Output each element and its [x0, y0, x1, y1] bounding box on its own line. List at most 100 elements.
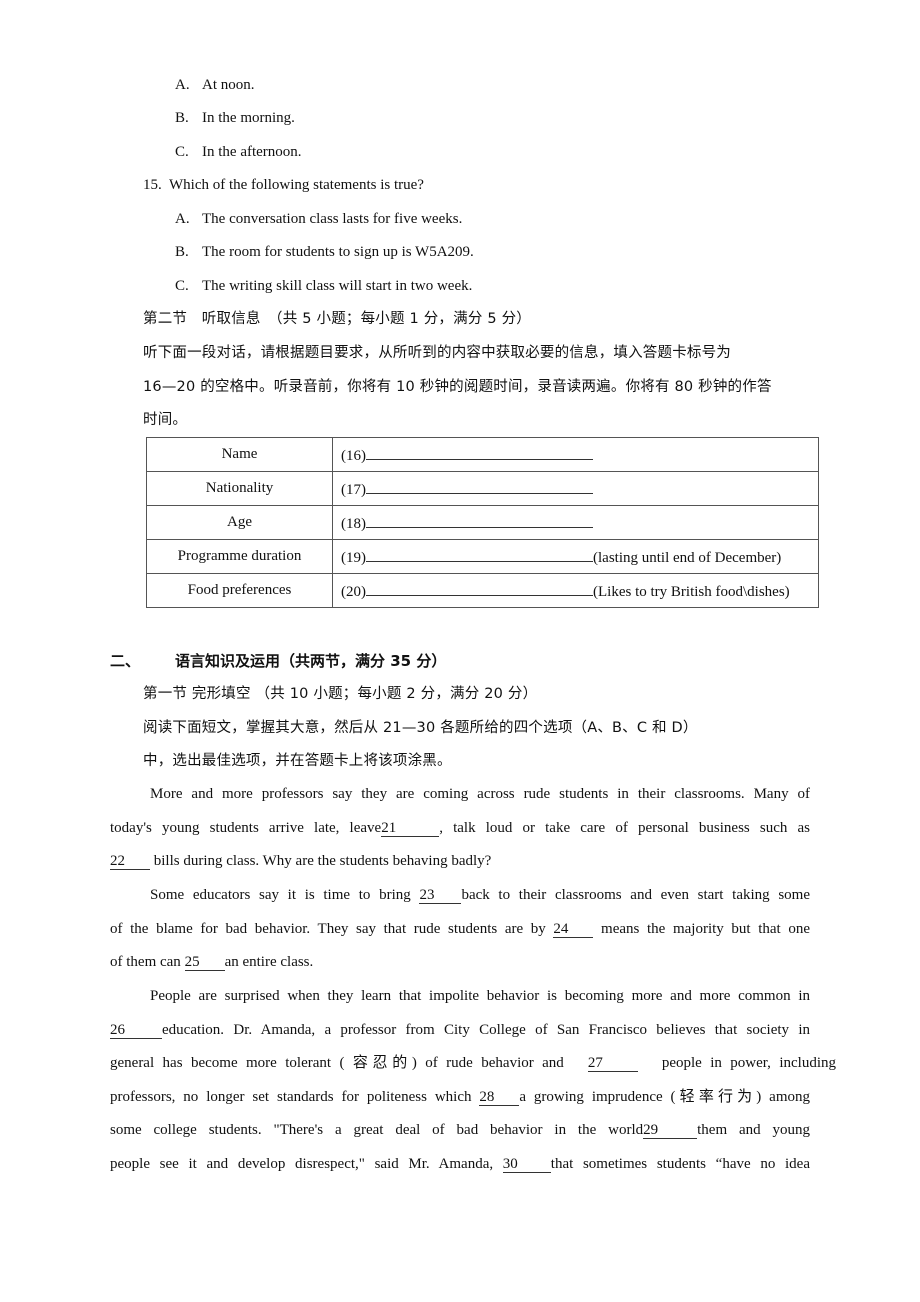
- option-text: In the morning.: [202, 110, 295, 126]
- passage-text: , talk loud or take care of personal bus…: [439, 819, 810, 836]
- q15-option-c: C. The writing skill class will start in …: [175, 276, 472, 296]
- passage-text: a growing imprudence (轻率行为) among: [519, 1088, 810, 1105]
- table-row: Nationality (17): [146, 471, 819, 506]
- option-text: The conversation class lasts for five we…: [202, 211, 463, 227]
- instructions-line: 时间。: [143, 412, 188, 428]
- passage-text: of them can: [110, 954, 185, 971]
- option-text: The writing skill class will start in tw…: [202, 278, 473, 294]
- passage-line: 22 bills during class. Why are the stude…: [110, 845, 810, 879]
- passage-text: bills during class. Why are the students…: [150, 853, 492, 870]
- blank-line: [366, 445, 593, 460]
- q14-option-b: B. In the morning.: [175, 108, 295, 128]
- passage-text: today's young students arrive late, leav…: [110, 819, 382, 836]
- passage-line: some college students. "There's a great …: [110, 1114, 810, 1148]
- blank-23[interactable]: 23: [419, 887, 462, 904]
- passage-line: More and more professors say they are co…: [150, 786, 810, 802]
- table-row: Age (18): [146, 505, 819, 540]
- passage-text: general has become more tolerant ( 容忍的) …: [110, 1055, 564, 1072]
- row-label: Food preferences: [146, 573, 333, 608]
- blank-29[interactable]: 29: [643, 1122, 698, 1140]
- passage-text: means the majority but that one: [593, 920, 811, 937]
- passage-line: of the blame for bad behavior. They say …: [110, 913, 810, 947]
- blank-line: [366, 581, 593, 596]
- blank-27[interactable]: 27: [587, 1055, 638, 1073]
- row-label: Programme duration: [146, 539, 333, 574]
- passage-text: Some educators say it is time to bring: [150, 887, 420, 903]
- blank-number: (18): [341, 515, 366, 532]
- blank-number: (17): [341, 481, 366, 498]
- passage-text: that sometimes students “have no idea: [550, 1155, 810, 1172]
- passage-line: Some educators say it is time to bring 2…: [110, 879, 810, 913]
- passage-text: some college students. "There's a great …: [110, 1122, 644, 1139]
- answer-field[interactable]: (20) (Likes to try British food\dishes): [332, 573, 819, 608]
- option-text: At noon.: [202, 77, 255, 93]
- part-number: 二、: [110, 652, 141, 670]
- passage-line: of them can 25 an entire class.: [110, 946, 810, 980]
- row-note: (lasting until end of December): [593, 549, 782, 566]
- passage-text: people in power, including: [661, 1055, 836, 1072]
- q15-option-b: B. The room for students to sign up is W5…: [175, 242, 474, 262]
- passage-paragraph-1: More and more professors say they are co…: [110, 778, 810, 879]
- option-letter: C.: [175, 278, 189, 294]
- passage-line: general has become more tolerant ( 容忍的) …: [110, 1047, 836, 1081]
- row-label: Name: [146, 437, 333, 472]
- answer-field[interactable]: (19) (lasting until end of December): [332, 539, 819, 574]
- table-row: Programme duration (19) (lasting until en…: [146, 539, 819, 574]
- passage-line: people see it and develop disrespect," s…: [110, 1148, 810, 1182]
- blank-number: (20): [341, 583, 366, 600]
- blank-30[interactable]: 30: [502, 1156, 551, 1173]
- blank-line: [366, 513, 593, 528]
- table-row: Name (16): [146, 437, 819, 472]
- table-row: Food preferences (20) (Likes to try Briti…: [146, 573, 819, 608]
- blank-25[interactable]: 25: [184, 954, 225, 972]
- q15-stem: 15. Which of the following statements is …: [143, 175, 424, 195]
- row-label: Age: [146, 505, 333, 540]
- passage-text: of the blame for bad behavior. They say …: [110, 920, 554, 937]
- subsection-title: 第一节 完形填空 （共 10 小题；每小题 2 分，满分 20 分）: [143, 686, 538, 702]
- info-table: Name (16) Nationality (17) Age (18) Prog…: [146, 437, 819, 608]
- instructions-line: 中，选出最佳选项，并在答题卡上将该项涂黑。: [143, 753, 452, 769]
- part-title: 语言知识及运用（共两节，满分 35 分）: [175, 652, 447, 670]
- option-letter: A.: [175, 211, 190, 227]
- blank-28[interactable]: 28: [479, 1089, 520, 1106]
- blank-line: [366, 479, 593, 494]
- blank-24[interactable]: 24: [553, 921, 594, 938]
- blank-26[interactable]: 26: [110, 1022, 162, 1039]
- q14-option-c: C. In the afternoon.: [175, 142, 302, 162]
- passage-line: professors, no longer set standards for …: [110, 1081, 810, 1115]
- answer-field[interactable]: (16): [332, 437, 819, 472]
- passage-paragraph-3: People are surprised when they learn tha…: [110, 980, 836, 1182]
- option-text: In the afternoon.: [202, 144, 302, 160]
- answer-field[interactable]: (18): [332, 505, 819, 540]
- answer-field[interactable]: (17): [332, 471, 819, 506]
- blank-line: [366, 547, 593, 562]
- passage-paragraph-2: Some educators say it is time to bring 2…: [110, 879, 810, 980]
- passage-line: People are surprised when they learn tha…: [150, 988, 810, 1004]
- passage-line: 26 education. Dr. Amanda, a professor fro…: [110, 1014, 810, 1048]
- q14-option-a: A. At noon.: [175, 75, 255, 95]
- blank-21[interactable]: 21: [381, 820, 440, 837]
- passage-text: education. Dr. Amanda, a professor from …: [162, 1021, 810, 1038]
- option-letter: A.: [175, 77, 190, 93]
- passage-text: an entire class.: [224, 954, 314, 971]
- row-label: Nationality: [146, 471, 333, 506]
- question-text: Which of the following statements is tru…: [169, 177, 424, 193]
- option-letter: B.: [175, 110, 189, 126]
- passage-text: people see it and develop disrespect," s…: [110, 1155, 503, 1172]
- blank-22[interactable]: 22: [110, 853, 150, 871]
- instructions-line: 阅读下面短文，掌握其大意，然后从 21—30 各题所给的四个选项（A、B、C 和…: [143, 720, 698, 736]
- option-letter: B.: [175, 244, 189, 260]
- q15-option-a: A. The conversation class lasts for five …: [175, 209, 462, 229]
- option-text: The room for students to sign up is W5A2…: [202, 244, 474, 260]
- instructions-line: 16—20 的空格中。听录音前，你将有 10 秒钟的阅题时间，录音读两遍。你将有…: [143, 379, 772, 395]
- blank-number: (16): [341, 447, 366, 464]
- row-note: (Likes to try British food\dishes): [593, 583, 790, 600]
- blank-number: (19): [341, 549, 366, 566]
- question-number: 15.: [143, 177, 162, 193]
- passage-line: today's young students arrive late, leav…: [110, 812, 810, 846]
- passage-text: back to their classrooms and even start …: [461, 887, 810, 903]
- passage-text: professors, no longer set standards for …: [110, 1088, 480, 1105]
- section-title: 第二节 听取信息 （共 5 小题；每小题 1 分，满分 5 分）: [143, 311, 531, 327]
- option-letter: C.: [175, 144, 189, 160]
- passage-text: them and young: [697, 1122, 811, 1139]
